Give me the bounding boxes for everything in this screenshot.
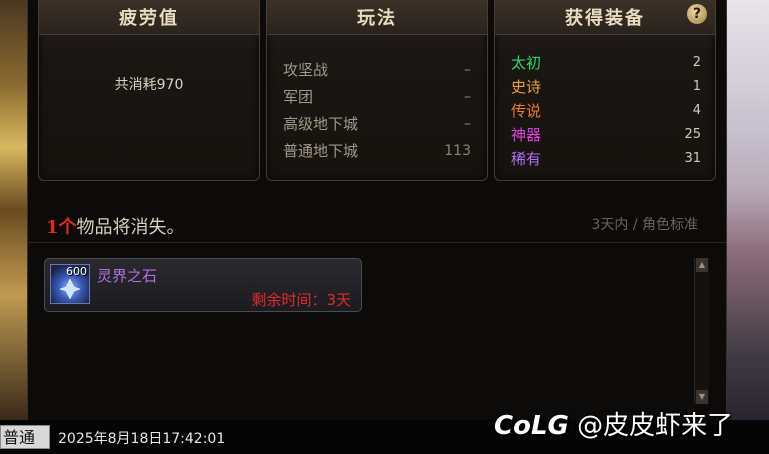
watermark: CoLG @皮皮虾来了	[494, 405, 733, 442]
loot-row-artifact: 神器 25	[511, 122, 701, 146]
fatigue-title: 疲劳值	[119, 8, 179, 29]
loot-grade: 稀有	[511, 149, 542, 168]
loot-row-legendary: 传说 4	[511, 98, 701, 122]
loot-grade: 神器	[511, 125, 542, 144]
scroll-up-arrow-icon[interactable]: ▲	[696, 258, 708, 272]
loot-row-primordial: 太初 2	[511, 50, 701, 74]
modes-list: 攻坚战 – 军团 – 高级地下城 – 普通地下城 113	[283, 56, 471, 164]
mode-row-normal-dungeon: 普通地下城 113	[283, 137, 471, 164]
item-name: 灵界之石	[97, 267, 158, 285]
background-right-edge	[725, 0, 769, 420]
fatigue-consumed: 共消耗970	[114, 77, 184, 93]
mode-value: –	[464, 115, 471, 132]
vanishing-note: 3天内 / 角色标准	[591, 217, 698, 233]
help-icon[interactable]: ?	[687, 4, 707, 24]
mode-name: 高级地下城	[283, 115, 359, 133]
item-remaining-time: 剩余时间：3天	[251, 291, 351, 309]
mode-name: 军团	[283, 88, 314, 106]
spirit-stone-icon[interactable]: 600	[50, 264, 90, 304]
loot-panel: 获得装备 ? 太初 2 史诗 1 传说 4 神器 25 稀有 31	[494, 0, 716, 181]
loot-grade: 太初	[511, 53, 542, 72]
loot-grade: 传说	[511, 101, 542, 120]
item-card-spirit-stone[interactable]: 600 灵界之石 剩余时间：3天	[44, 258, 362, 312]
mode-name: 普通地下城	[283, 142, 359, 160]
item-list-scrollbar[interactable]: ▲ ▼	[694, 258, 709, 404]
settlement-window: 疲劳值 共消耗970 玩法 攻坚战 – 军团 – 高级地下城 – 普通地下城 1…	[27, 0, 727, 420]
mode-row-advanced-dungeon: 高级地下城 –	[283, 110, 471, 137]
loot-count: 4	[692, 102, 701, 118]
loot-grade: 史诗	[511, 77, 542, 96]
scroll-down-arrow-icon[interactable]: ▼	[696, 390, 708, 404]
watermark-logo: CoLG	[494, 411, 569, 441]
mode-tag: 普通	[0, 425, 50, 449]
loot-title: 获得装备	[565, 8, 645, 29]
loot-panel-header: 获得装备 ?	[495, 0, 715, 35]
loot-count: 1	[692, 78, 701, 94]
vanishing-items-header: 1个物品将消失。 3天内 / 角色标准	[28, 200, 726, 243]
item-quantity: 600	[66, 265, 87, 278]
fatigue-panel: 疲劳值 共消耗970	[38, 0, 260, 181]
mode-value: 113	[444, 142, 471, 159]
mode-value: –	[464, 88, 471, 105]
fatigue-panel-header: 疲劳值	[39, 0, 259, 35]
watermark-text: @皮皮虾来了	[577, 411, 734, 441]
loot-count: 2	[692, 54, 701, 70]
modes-panel-header: 玩法	[267, 0, 487, 35]
timestamp: 2025年8月18日17:42:01	[58, 431, 226, 447]
loot-row-epic: 史诗 1	[511, 74, 701, 98]
mode-value: –	[464, 61, 471, 78]
crystal-shard-icon	[60, 279, 80, 299]
loot-count: 25	[684, 126, 701, 142]
vanishing-title-text: 物品将消失。	[76, 217, 185, 238]
mode-row-legion: 军团 –	[283, 83, 471, 110]
mode-row-siege: 攻坚战 –	[283, 56, 471, 83]
loot-count: 31	[684, 150, 701, 166]
vanishing-count: 1个	[46, 217, 77, 238]
loot-row-rare: 稀有 31	[511, 146, 701, 170]
loot-list: 太初 2 史诗 1 传说 4 神器 25 稀有 31	[511, 50, 701, 170]
background-left-edge	[0, 0, 27, 420]
modes-panel: 玩法 攻坚战 – 军团 – 高级地下城 – 普通地下城 113	[266, 0, 488, 181]
vanishing-items-title: 1个物品将消失。	[46, 213, 185, 239]
modes-title: 玩法	[357, 8, 397, 29]
mode-name: 攻坚战	[283, 61, 329, 79]
